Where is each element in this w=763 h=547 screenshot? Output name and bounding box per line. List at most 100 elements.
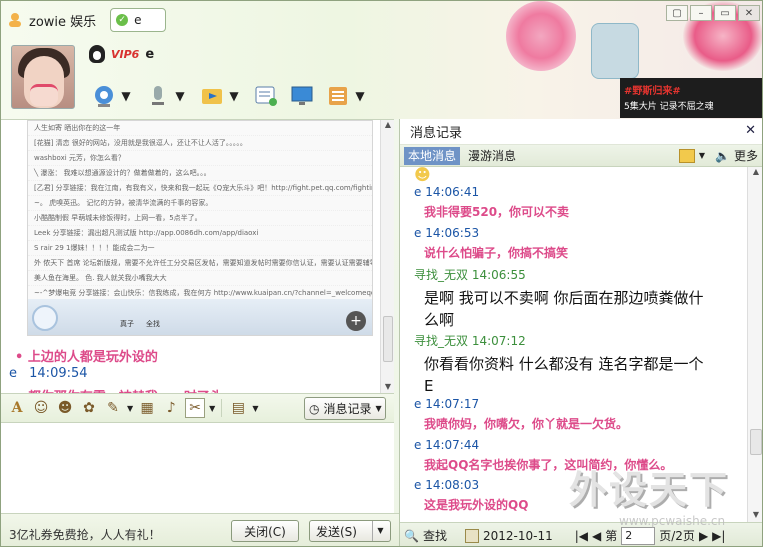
- voice-call-icon[interactable]: [141, 81, 175, 111]
- message-history-button[interactable]: ◷ 消息记录 ▼: [304, 397, 386, 420]
- emoji-icon: ☻: [414, 167, 431, 184]
- title-row: zowie 娱乐 ✓ e: [7, 8, 167, 32]
- sender-name: e: [414, 397, 422, 411]
- chevron-down-icon[interactable]: ▼: [372, 521, 388, 541]
- skin-button[interactable]: ▢: [666, 5, 688, 21]
- sender-name: 寻找_无双: [414, 334, 469, 348]
- promo-link[interactable]: 3亿礼券免费抢，人人有礼！: [9, 526, 161, 543]
- avatar-hand: [30, 84, 58, 106]
- search-icon[interactable]: 🔍: [404, 529, 419, 543]
- entry-text: 这是我玩外设的QQ: [424, 498, 529, 512]
- message-time: 14:06:55: [471, 268, 526, 282]
- minimize-button[interactable]: –: [690, 5, 712, 21]
- toolbox-icon[interactable]: ▤: [228, 398, 248, 418]
- chat-scrollbar[interactable]: ▲ ▼: [380, 120, 394, 394]
- screenshot-icon[interactable]: ✂: [185, 398, 206, 418]
- entry-meta: 寻找_无双 14:07:12: [414, 332, 714, 349]
- chat-history: 人生如寄 晒出你在的这一年 [花猫] 清恋 很好的网站，没用就是我很逗人，还让不让…: [1, 119, 394, 394]
- maximize-button[interactable]: ▭: [714, 5, 736, 21]
- screenshot-lines: 人生如寄 晒出你在的这一年 [花猫] 清恋 很好的网站，没用就是我很逗人，还让不让…: [28, 121, 372, 316]
- funny-face-icon[interactable]: ☻: [55, 398, 75, 418]
- app-center-icon[interactable]: [321, 81, 355, 111]
- chevron-down-icon[interactable]: ▼: [175, 81, 185, 111]
- ring-icon: [32, 305, 58, 331]
- message-time: 14:09:54: [29, 366, 88, 381]
- status-selector[interactable]: ✓ e: [110, 8, 167, 32]
- chevron-down-icon[interactable]: ▼: [252, 404, 258, 413]
- chevron-down-icon[interactable]: ▼: [355, 81, 365, 111]
- status-value: e: [134, 13, 142, 27]
- chat-meta: e 14:09:54: [9, 366, 88, 381]
- scroll-up-icon[interactable]: ▲: [748, 167, 762, 179]
- chevron-down-icon[interactable]: ▼: [229, 81, 239, 111]
- send-file-tool[interactable]: ▼: [195, 81, 239, 111]
- chevron-down-icon[interactable]: ▼: [699, 151, 705, 160]
- history-tabs: 本地消息 漫游消息 ▼ 🔈 更多: [400, 145, 762, 167]
- remote-assist-icon[interactable]: [285, 81, 319, 111]
- scroll-thumb[interactable]: [383, 316, 393, 362]
- scribble-icon[interactable]: ✎: [103, 398, 123, 418]
- chevron-down-icon[interactable]: ▼: [121, 81, 131, 111]
- message-time: 14:08:03: [425, 478, 480, 492]
- screenshot-text-line: 人生如寄 晒出你在的这一年: [28, 121, 372, 136]
- picture-icon[interactable]: ▦: [137, 398, 157, 418]
- close-icon[interactable]: ✕: [745, 123, 756, 138]
- more-button[interactable]: 更多: [734, 147, 758, 164]
- entry-text: 你看看你资料 什么都没有 连名字都是一个 E: [424, 355, 704, 395]
- create-discussion-icon[interactable]: [249, 81, 283, 111]
- window-title: zowie 娱乐: [29, 14, 97, 30]
- magic-expression-icon[interactable]: ✿: [79, 398, 99, 418]
- avatar[interactable]: [11, 45, 75, 109]
- send-button[interactable]: 发送(S) ▼: [309, 520, 391, 542]
- prev-page-icon[interactable]: ◀: [592, 529, 601, 543]
- message-input[interactable]: [1, 423, 394, 513]
- speaker-icon[interactable]: 🔈: [715, 149, 730, 163]
- first-page-icon[interactable]: |◀: [575, 529, 588, 543]
- vip-badge[interactable]: VIP6: [111, 48, 139, 61]
- panel-title: 消息记录: [410, 126, 463, 141]
- entry-meta: e 14:08:03: [414, 478, 528, 492]
- chat-message: • 上边的人都是玩外设的: [15, 350, 158, 365]
- history-entry: e 14:07:17 我喷你妈，你嘴欠，你丫就是一欠货。: [414, 397, 628, 432]
- entry-meta: e 14:06:41: [414, 185, 569, 199]
- filter-icon[interactable]: [678, 148, 695, 163]
- chat-window: zowie 娱乐 ✓ e ▢ – ▭ ✕ VIP6 e ▼ ▼ ▼ ▼ #野斯归…: [0, 0, 763, 547]
- tab-roaming-messages[interactable]: 漫游消息: [464, 147, 520, 165]
- app-center-tool[interactable]: ▼: [321, 81, 365, 111]
- sender-name: e: [414, 185, 422, 199]
- history-label: 消息记录: [323, 402, 372, 416]
- close-button[interactable]: ✕: [738, 5, 760, 21]
- page-input[interactable]: 2: [621, 526, 656, 545]
- scroll-up-icon[interactable]: ▲: [381, 120, 395, 132]
- next-page-icon[interactable]: ▶: [699, 529, 708, 543]
- video-call-icon[interactable]: [87, 81, 121, 111]
- entry-text: 我非得要520，你可以不卖: [424, 205, 570, 219]
- message-time: 14:06:53: [425, 226, 480, 240]
- window-controls: ▢ – ▭ ✕: [666, 5, 760, 21]
- history-entry: 寻找_无双 14:06:55 是啊 我可以不卖啊 你后面在那边喷粪做什么啊: [414, 266, 714, 331]
- online-status-icon: ✓: [116, 14, 129, 26]
- flower-decoration: [506, 1, 576, 71]
- close-chat-button[interactable]: 关闭(C): [231, 520, 299, 542]
- chevron-down-icon[interactable]: ▼: [209, 404, 215, 413]
- voice-call-tool[interactable]: ▼: [141, 81, 185, 111]
- buddy-name: e: [145, 46, 155, 62]
- plus-icon: +: [346, 311, 366, 331]
- entry-meta: 寻找_无双 14:06:55: [414, 266, 714, 283]
- font-icon[interactable]: A: [7, 398, 27, 418]
- music-icon[interactable]: ♪: [161, 398, 181, 418]
- screenshot-text-line: Leek 分享链接：漏出超凡测试版 http://app.0086dh.com/…: [28, 226, 372, 241]
- chevron-down-icon[interactable]: ▼: [127, 404, 133, 413]
- scroll-thumb[interactable]: [750, 429, 762, 455]
- history-date[interactable]: 2012-10-11: [483, 529, 553, 543]
- video-call-tool[interactable]: ▼: [87, 81, 131, 111]
- search-button[interactable]: 查找: [423, 527, 447, 544]
- emoji-icon[interactable]: ☺: [31, 398, 51, 418]
- tab-local-messages[interactable]: 本地消息: [404, 147, 461, 165]
- send-file-icon[interactable]: [195, 81, 229, 111]
- calendar-icon[interactable]: [464, 528, 479, 543]
- header-ad[interactable]: #野斯归来# 5集大片 记录不屈之魂: [620, 78, 762, 118]
- shared-screenshot[interactable]: 人生如寄 晒出你在的这一年 [花猫] 清恋 很好的网站，没用就是我很逗人，还让不让…: [27, 120, 373, 336]
- ad-subline: 5集大片 记录不屈之魂: [624, 102, 714, 112]
- last-page-icon[interactable]: ▶|: [712, 529, 725, 543]
